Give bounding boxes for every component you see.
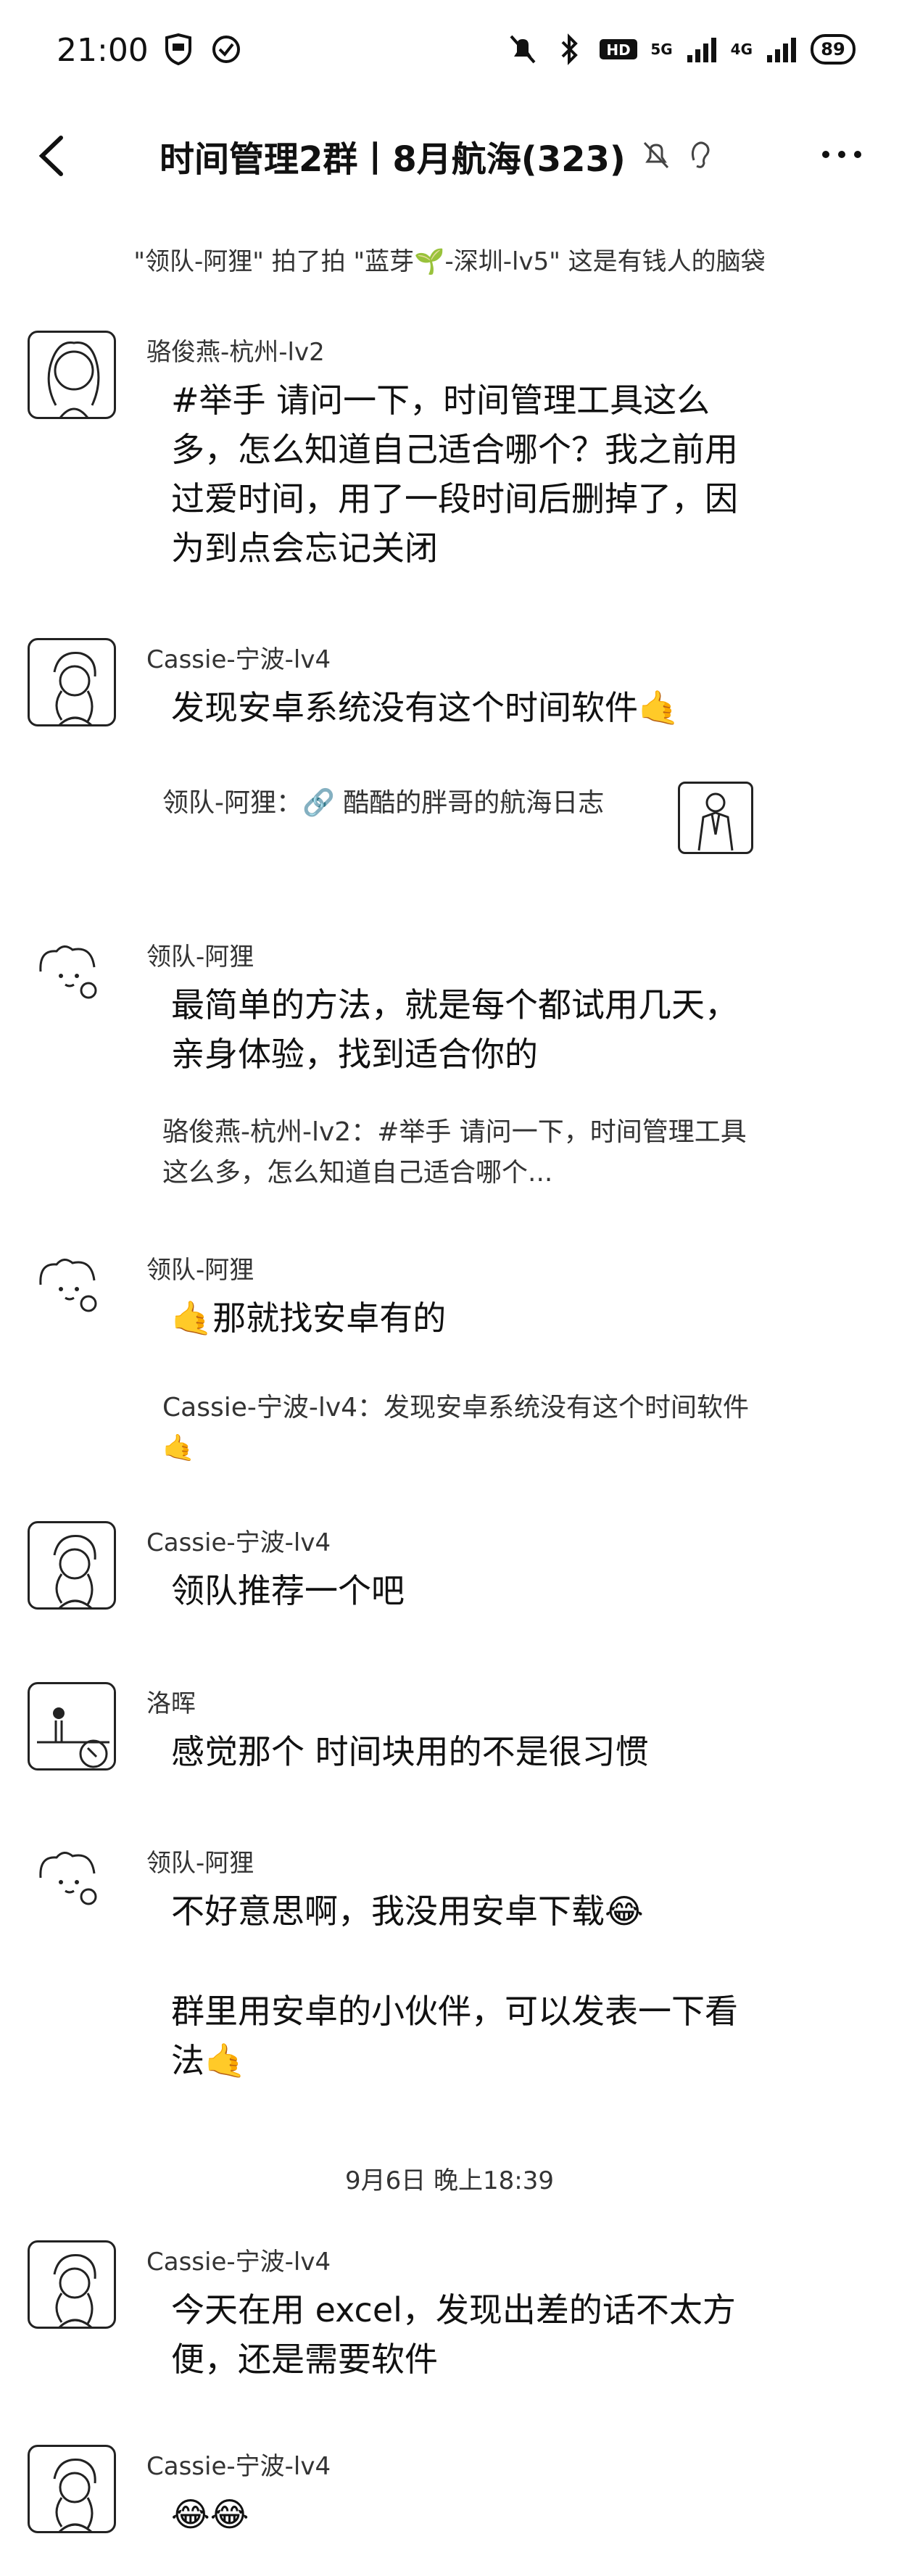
shield-badge-icon — [161, 32, 196, 67]
avatar[interactable] — [28, 1682, 116, 1771]
back-button[interactable] — [29, 131, 80, 181]
signal-bars-2-icon — [764, 32, 799, 67]
sender-name: Cassie-宁波-lv4 — [146, 1528, 331, 1557]
quote-thumbnail[interactable] — [678, 782, 753, 854]
message-text[interactable]: 感觉那个 时间块用的不是很习惯 — [171, 1727, 751, 1776]
dot-icon — [838, 151, 845, 158]
avatar[interactable] — [28, 638, 116, 726]
message-text[interactable]: 😂😂 — [171, 2490, 751, 2539]
sender-name: 骆俊燕-杭州-lv2 — [146, 338, 325, 367]
message-text[interactable]: 最简单的方法，就是每个都试用几天，亲身体验，找到适合你的 — [171, 980, 751, 1079]
message-text[interactable]: 🤙那就找安卓有的 — [171, 1293, 751, 1343]
message-text[interactable]: 不好意思啊，我没用安卓下载😂 — [171, 1887, 751, 1936]
date-separator: 9月6日 晚上18:39 — [344, 2166, 555, 2195]
chevron-left-icon — [38, 136, 63, 176]
status-time: 21:00 — [57, 32, 149, 69]
hd-icon: HD — [598, 32, 639, 67]
battery-icon: 89 — [811, 34, 856, 65]
sender-name: 领队-阿狸 — [146, 1849, 254, 1878]
status-right-icons: HD 5G 4G 89 — [505, 32, 856, 67]
quoted-reply[interactable]: 领队-阿狸：🔗 酷酷的胖哥的航海日志 — [162, 783, 670, 824]
quoted-reply[interactable]: 骆俊燕-杭州-lv2：#举手 请问一下，时间管理工具这么多，怎么知道自己适合哪个… — [162, 1112, 764, 1193]
mute-bell-icon — [505, 32, 540, 67]
message-text[interactable]: 今天在用 excel，发现出差的话不太方便，还是需要软件 — [171, 2285, 751, 2384]
avatar[interactable] — [28, 2240, 116, 2329]
avatar[interactable] — [28, 331, 116, 419]
mute-icon — [640, 138, 672, 173]
avatar[interactable] — [28, 1521, 116, 1610]
avatar[interactable] — [28, 935, 116, 1024]
svg-text:HD: HD — [607, 41, 631, 59]
quoted-reply[interactable]: Cassie-宁波-lv4：发现安卓系统没有这个时间软件🤙 — [162, 1388, 757, 1469]
avatar[interactable] — [28, 2445, 116, 2533]
sender-name: 领队-阿狸 — [146, 943, 254, 972]
avatar[interactable] — [28, 1842, 116, 1930]
ear-icon — [687, 138, 713, 173]
message-text[interactable]: 发现安卓系统没有这个时间软件🤙 — [171, 683, 751, 732]
check-circle-icon — [209, 32, 244, 67]
network-5g-label: 5G — [650, 41, 673, 58]
sender-name: Cassie-宁波-lv4 — [146, 2452, 331, 2481]
dot-icon — [854, 151, 861, 158]
sender-name: Cassie-宁波-lv4 — [146, 645, 331, 674]
chat-header: 时间管理2群丨8月航海(323) — [0, 109, 899, 203]
system-notice: "领队-阿狸" 拍了拍 "蓝芽🌱-深圳-lv5" 这是有钱人的脑袋 — [133, 247, 766, 276]
sender-name: Cassie-宁波-lv4 — [146, 2248, 331, 2277]
status-left-icons — [161, 32, 244, 67]
sender-name: 领队-阿狸 — [146, 1256, 254, 1285]
network-4g-label: 4G — [730, 41, 753, 58]
message-text[interactable]: #举手 请问一下，时间管理工具这么多，怎么知道自己适合哪个？我之前用过爱时间，用… — [171, 376, 751, 573]
dot-icon — [822, 151, 829, 158]
bluetooth-icon — [552, 32, 587, 67]
message-text[interactable]: 群里用安卓的小伙伴，可以发表一下看法🤙 — [171, 1987, 751, 2085]
chat-title: 时间管理2群丨8月航海(323) — [160, 139, 626, 180]
more-options-button[interactable] — [816, 136, 867, 173]
sender-name: 洛晖 — [146, 1689, 196, 1718]
message-text[interactable]: 领队推荐一个吧 — [171, 1566, 751, 1615]
chat-title-area[interactable]: 时间管理2群丨8月航海(323) — [160, 131, 713, 181]
avatar[interactable] — [28, 1248, 116, 1337]
status-bar: 21:00 HD 5G 4G 89 — [0, 0, 899, 109]
signal-bars-icon — [684, 32, 719, 67]
